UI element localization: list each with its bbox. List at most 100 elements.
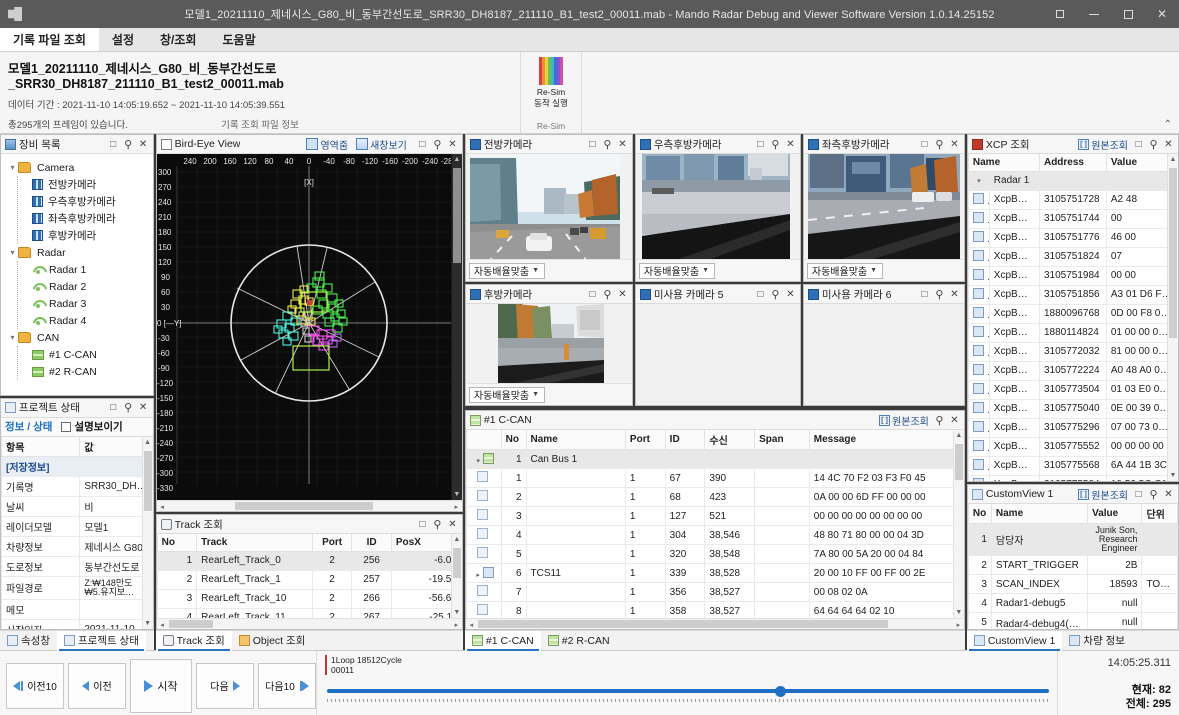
track-view-float-button[interactable]: □ xyxy=(415,517,430,532)
tab-track-view[interactable]: Track 조회 xyxy=(156,631,232,651)
tab-c-can[interactable]: #1 C-CAN xyxy=(465,631,541,651)
table-row[interactable]: 차량정보제네시스 G80 xyxy=(2,536,153,556)
close-window-button[interactable]: ✕ xyxy=(1145,0,1179,28)
chevron-up-icon[interactable]: ⌃ xyxy=(1164,119,1172,130)
tree-item-radar-3[interactable]: Radar 3 xyxy=(32,295,153,312)
scroll-left-icon[interactable]: ◂ xyxy=(466,619,477,630)
scroll-down-icon[interactable]: ▼ xyxy=(954,607,964,618)
chevron-down-icon[interactable]: ▾ xyxy=(968,171,989,190)
table-row[interactable]: 1 RearLeft_Track_0 2 256 -6.00 xyxy=(157,551,461,570)
table-row[interactable]: 도로정보동부간선도로 xyxy=(2,556,153,576)
table-row[interactable]: XcpB…310575182407 xyxy=(968,247,1177,266)
camera-front-body[interactable] xyxy=(466,154,632,259)
table-row[interactable]: 8135838,52764 64 64 64 02 10 xyxy=(466,602,963,619)
table-row[interactable]: 3112752100 00 00 00 00 00 00 00 xyxy=(466,507,963,526)
timeline[interactable]: 1Loop 18512Cycle 00011 xyxy=(317,651,1057,715)
tab-project-status[interactable]: 프로젝트 상태 xyxy=(57,631,146,651)
camera-left-rear-pin-icon[interactable]: ⚲ xyxy=(932,137,947,152)
next-button[interactable]: 다음 xyxy=(196,663,254,709)
chevron-down-icon[interactable]: ▾ xyxy=(7,248,18,257)
chevron-down-icon[interactable]: ▾ xyxy=(7,163,18,172)
table-row[interactable]: XcpB…310577555200 00 00 00 xyxy=(968,437,1177,456)
prev-button[interactable]: 이전 xyxy=(68,663,126,709)
scroll-up-icon[interactable]: ▲ xyxy=(1168,154,1178,165)
table-row[interactable]: 5Radar4-debug4(3개)null xyxy=(968,613,1177,630)
table-row[interactable]: XcpB…310577529607 00 73 00 6E… xyxy=(968,418,1177,437)
scroll-left-icon[interactable]: ◂ xyxy=(157,619,168,630)
timeline-track[interactable] xyxy=(327,689,1049,693)
camera-left-rear-body[interactable] xyxy=(804,154,964,259)
table-row[interactable]: XcpB…3105751728A2 48 xyxy=(968,190,1177,209)
xcp-view-pin-icon[interactable]: ⚲ xyxy=(1146,137,1161,152)
table-row[interactable]: XcpB…3105772224A0 48 A0 01 02… xyxy=(968,361,1177,380)
tree-item-r-can[interactable]: #2 R-CAN xyxy=(32,363,153,380)
menu-item-help[interactable]: 도움말 xyxy=(209,28,268,51)
tab-object-view[interactable]: Object 조회 xyxy=(232,631,313,651)
camera-left-rear-close-button[interactable]: ✕ xyxy=(947,137,962,152)
custom-view-close-button[interactable]: ✕ xyxy=(1161,487,1176,502)
camera-unused-6-pin-icon[interactable]: ⚲ xyxy=(932,287,947,302)
project-status-close-button[interactable]: ✕ xyxy=(136,400,151,415)
camera-right-rear-scale-combo[interactable]: 자동배율맞춤 ▼ xyxy=(639,263,715,279)
bird-eye-close-button[interactable]: ✕ xyxy=(445,137,460,152)
timeline-knob[interactable] xyxy=(775,686,786,697)
chevron-right-icon[interactable]: ▸ xyxy=(476,572,480,579)
table-row[interactable]: 5132038,5487A 80 00 5A 20 00 04 84 xyxy=(466,545,963,564)
scroll-down-icon[interactable]: ▼ xyxy=(143,618,153,629)
table-row[interactable]: 21684230A 00 00 6D FF 00 00 00 xyxy=(466,488,963,507)
bird-eye-float-button[interactable]: □ xyxy=(415,137,430,152)
tree-item-left-rear-camera[interactable]: 좌측후방카메라 xyxy=(32,210,153,227)
scroll-left-icon[interactable]: ◂ xyxy=(157,501,168,512)
can-view-hscrollbar[interactable]: ◂ ▸ xyxy=(466,618,964,629)
table-row[interactable]: 1 담당자 Junik Son, Research Engineer xyxy=(968,524,1177,556)
camera-rear-body[interactable] xyxy=(466,304,632,383)
scroll-right-icon[interactable]: ▸ xyxy=(451,501,462,512)
table-row[interactable]: 기록명SRR30_DH8187… xyxy=(2,476,153,496)
can-view-close-button[interactable]: ✕ xyxy=(947,413,962,428)
device-list-float-button[interactable]: □ xyxy=(106,137,121,152)
tab-properties[interactable]: 속성창 xyxy=(0,631,57,651)
bird-eye-hscrollbar[interactable]: ◂ ▸ xyxy=(157,500,462,511)
camera-right-rear-pin-icon[interactable]: ⚲ xyxy=(768,137,783,152)
can-view-scrollbar[interactable]: ▲ ▼ xyxy=(953,430,964,618)
camera-unused-5-close-button[interactable]: ✕ xyxy=(783,287,798,302)
scroll-up-icon[interactable]: ▲ xyxy=(452,154,462,165)
bird-eye-pin-icon[interactable]: ⚲ xyxy=(430,137,445,152)
tree-item-radar-2[interactable]: Radar 2 xyxy=(32,278,153,295)
scroll-up-icon[interactable]: ▲ xyxy=(143,437,153,448)
info-state-tab[interactable]: 정보 / 상태 xyxy=(5,419,52,434)
tree-item-front-camera[interactable]: 전방카메라 xyxy=(32,176,153,193)
table-row[interactable]: XcpB…310575174400 xyxy=(968,209,1177,228)
device-list-pin-icon[interactable]: ⚲ xyxy=(121,137,136,152)
track-view-pin-icon[interactable]: ⚲ xyxy=(430,517,445,532)
table-row[interactable]: XcpB…18800967680D 00 F8 00 E9… xyxy=(968,304,1177,323)
table-row[interactable]: 3 RearLeft_Track_10 2 266 -56.61 xyxy=(157,589,461,608)
table-row[interactable]: XcpB…31057750400E 00 39 00 3D… xyxy=(968,399,1177,418)
table-row[interactable]: ▸ 6TCS11133938,52820 00 10 FF 00 FF 00 2… xyxy=(466,564,963,583)
camera-unused-6-body[interactable] xyxy=(804,304,964,405)
scroll-down-icon[interactable]: ▼ xyxy=(452,607,462,618)
menu-item-record-file[interactable]: 기록 파일 조회 xyxy=(0,28,99,51)
scroll-down-icon[interactable]: ▼ xyxy=(1168,470,1178,481)
camera-front-pin-icon[interactable]: ⚲ xyxy=(600,137,615,152)
minimize-window-button[interactable] xyxy=(1077,0,1111,28)
camera-left-rear-float-button[interactable]: □ xyxy=(917,137,932,152)
tree-item-rear-camera[interactable]: 후방카메라 xyxy=(32,227,153,244)
project-status-pin-icon[interactable]: ⚲ xyxy=(121,400,136,415)
table-row[interactable]: 2 RearLeft_Track_1 2 257 -19.50 xyxy=(157,570,461,589)
camera-right-rear-body[interactable] xyxy=(636,154,800,259)
project-status-float-button[interactable]: □ xyxy=(106,400,121,415)
xcp-view-scrollbar[interactable]: ▲ ▼ xyxy=(1167,154,1178,481)
table-row[interactable]: 116739014 4C 70 F2 03 F3 F0 45 xyxy=(466,469,963,488)
scroll-up-icon[interactable]: ▲ xyxy=(452,534,462,545)
chevron-down-icon[interactable]: ▾ xyxy=(7,333,18,342)
table-row[interactable]: 메모 xyxy=(2,599,153,619)
table-row[interactable]: 4130438,54648 80 71 80 00 00 04 3D xyxy=(466,526,963,545)
table-row[interactable]: 시작일자2021-11-10 xyxy=(2,619,153,629)
table-row[interactable]: XcpB…3105751856A3 01 D6 FF DB… xyxy=(968,285,1177,304)
track-view-hscrollbar[interactable]: ◂ ▸ xyxy=(157,618,462,629)
track-view-close-button[interactable]: ✕ xyxy=(445,517,460,532)
table-row[interactable]: XcpB…310575177646 00 xyxy=(968,228,1177,247)
table-row[interactable]: 4 RearLeft_Track_11 2 267 -25.11 xyxy=(157,608,461,618)
scroll-up-icon[interactable]: ▲ xyxy=(954,430,964,441)
